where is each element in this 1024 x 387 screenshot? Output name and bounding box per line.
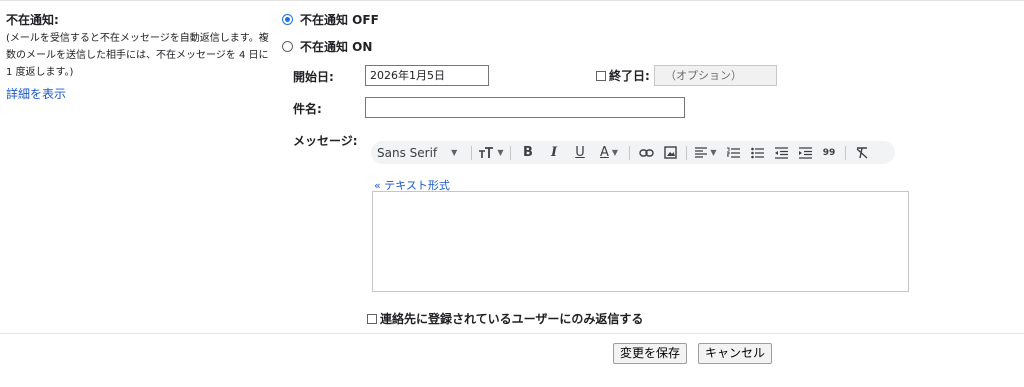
cancel-button[interactable]: キャンセル (698, 343, 773, 364)
contacts-only-option[interactable]: 連絡先に登録されているユーザーにのみ返信する (367, 310, 643, 327)
link-icon[interactable] (634, 141, 658, 164)
subject-label: 件名: (293, 102, 322, 116)
contacts-only-label: 連絡先に登録されているユーザーにのみ返信する (380, 312, 644, 326)
size-icon[interactable]: ▼ (476, 141, 506, 164)
toolbar-divider (471, 145, 472, 160)
vacation-on-option[interactable]: 不在通知 ON (282, 38, 372, 55)
indent-more-icon[interactable] (793, 141, 817, 164)
radio-selected[interactable] (282, 14, 293, 25)
font-family-select[interactable]: Sans Serif ▼ (377, 141, 467, 164)
chevron-down-icon: ▼ (451, 148, 458, 157)
vacation-on-label: 不在通知 ON (300, 40, 373, 54)
quote-icon[interactable]: 99 (817, 141, 841, 164)
message-body-editor[interactable] (372, 191, 909, 292)
section-title: 不在通知: (6, 13, 59, 27)
chevron-down-icon: ▼ (611, 148, 619, 157)
section-description: (メールを受信すると不在メッセージを自動返信します。複数のメールを送信した相手に… (6, 33, 269, 78)
bottom-divider (0, 333, 1024, 334)
start-date-input[interactable]: 2026年1月5日 (365, 65, 489, 86)
text-color-icon[interactable]: A ▼ (593, 141, 625, 164)
underline-icon[interactable]: U (567, 141, 593, 164)
bulleted-list-icon[interactable] (745, 141, 769, 164)
end-date-option[interactable]: 終了日: (596, 67, 650, 84)
save-button[interactable]: 変更を保存 (613, 343, 688, 364)
message-label: メッセージ: (293, 134, 358, 148)
image-icon[interactable] (658, 141, 682, 164)
align-icon[interactable]: ▼ (691, 141, 721, 164)
toolbar-divider (686, 145, 687, 160)
remove-formatting-icon[interactable] (850, 141, 874, 164)
vacation-off-label: 不在通知 OFF (300, 13, 379, 27)
radio-unselected[interactable] (282, 41, 293, 52)
formatting-toolbar: Sans Serif ▼ ▼ B I U A ▼ ▼ 99 (371, 141, 895, 164)
chevron-down-icon: ▼ (497, 148, 504, 157)
numbered-list-icon[interactable] (721, 141, 745, 164)
top-divider (0, 0, 1024, 1)
indent-less-icon[interactable] (769, 141, 793, 164)
toolbar-divider (629, 145, 630, 160)
end-date-label: 終了日: (609, 69, 650, 83)
bold-icon[interactable]: B (515, 141, 541, 164)
toolbar-divider (845, 145, 846, 160)
italic-icon[interactable]: I (541, 141, 567, 164)
text-color-letter: A (599, 145, 609, 160)
start-date-label: 開始日: (293, 70, 334, 84)
details-link[interactable]: 詳細を表示 (6, 85, 66, 102)
toolbar-divider (510, 145, 511, 160)
end-date-checkbox[interactable] (596, 70, 606, 81)
chevron-down-icon: ▼ (710, 148, 717, 157)
contacts-only-checkbox[interactable] (367, 313, 377, 324)
subject-input[interactable] (365, 97, 685, 118)
vacation-off-option[interactable]: 不在通知 OFF (282, 11, 379, 28)
font-family-label: Sans Serif (377, 145, 438, 160)
end-date-input[interactable]: （オプション） (654, 65, 777, 86)
